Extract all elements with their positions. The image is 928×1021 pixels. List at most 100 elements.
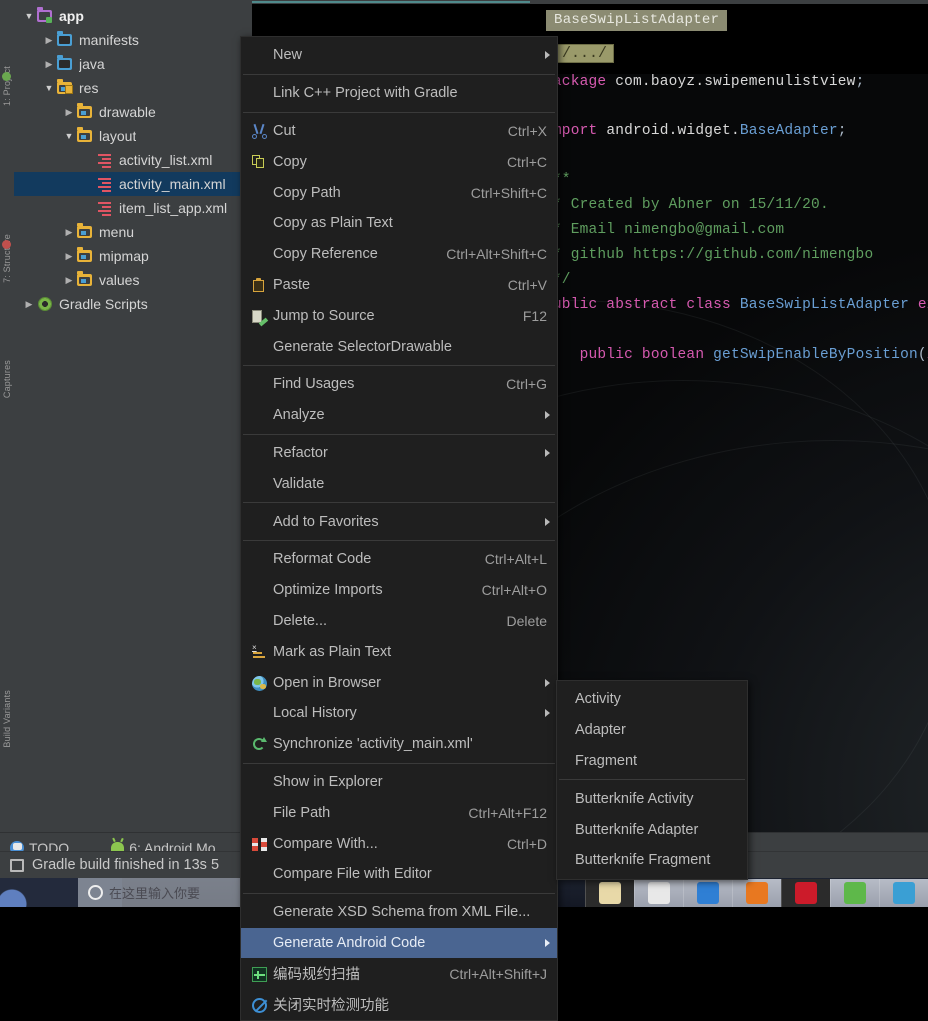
- menu-item-reformat-code[interactable]: Reformat Code Ctrl+Alt+L: [241, 544, 557, 575]
- menu-item-icon-slot: [249, 805, 271, 821]
- submenu-item-label: Adapter: [575, 722, 626, 739]
- chevron-right-icon[interactable]: ▶: [42, 59, 56, 70]
- menu-item-copy-path[interactable]: Copy Path Ctrl+Shift+C: [241, 177, 557, 208]
- menu-item-delete[interactable]: Delete... Delete: [241, 606, 557, 637]
- menu-item-local-history[interactable]: Local History: [241, 698, 557, 729]
- menu-item-shortcut: Ctrl+Alt+Shift+J: [449, 965, 547, 982]
- code-token: * github https://github.com/nimengbo: [544, 247, 874, 263]
- chevron-right-icon[interactable]: ▶: [42, 35, 56, 46]
- taskbar-app-button[interactable]: [732, 879, 781, 907]
- menu-item-optimize-imports[interactable]: Optimize Imports Ctrl+Alt+O: [241, 575, 557, 606]
- tree-item-label: drawable: [99, 104, 156, 120]
- tree-item-manifests[interactable]: ▶ manifests: [14, 28, 252, 52]
- tool-button-build-variants[interactable]: Build Variants: [2, 690, 12, 748]
- menu-item-link-c-project-with-gradle[interactable]: Link C++ Project with Gradle: [241, 78, 557, 109]
- chevron-right-icon[interactable]: ▶: [22, 299, 36, 310]
- submenu-arrow-icon: [545, 938, 550, 947]
- menu-item-validate[interactable]: Validate: [241, 468, 557, 499]
- tree-item-values[interactable]: ▶ values: [14, 268, 252, 292]
- menu-item-icon-slot: [249, 582, 271, 598]
- menu-separator: [243, 73, 555, 75]
- tool-strip-red-dot: [2, 240, 11, 249]
- menu-item-paste[interactable]: Paste Ctrl+V: [241, 270, 557, 301]
- taskbar-app-button[interactable]: [781, 879, 830, 907]
- tree-item-res[interactable]: ▼ res: [14, 76, 252, 100]
- menu-item-label: Optimize Imports: [273, 582, 383, 599]
- menu-item-copy[interactable]: Copy Ctrl+C: [241, 146, 557, 177]
- menu-item-find-usages[interactable]: Find Usages Ctrl+G: [241, 369, 557, 400]
- taskbar-app-button[interactable]: [634, 879, 683, 907]
- menu-item-icon-slot: [249, 774, 271, 790]
- menu-item-refactor[interactable]: Refactor: [241, 438, 557, 469]
- tree-item-mipmap[interactable]: ▶ mipmap: [14, 244, 252, 268]
- menu-item-generate-xsd-schema-from-xml-file[interactable]: Generate XSD Schema from XML File...: [241, 897, 557, 928]
- editor-tab-baseswiplistadapter[interactable]: BaseSwipListAdapter: [546, 10, 728, 31]
- taskbar-app-button[interactable]: [683, 879, 732, 907]
- menu-item-shortcut: Ctrl+C: [506, 153, 547, 170]
- menu-item-generate-android-code[interactable]: Generate Android Code: [241, 927, 557, 959]
- submenu-item-fragment[interactable]: Fragment: [557, 746, 747, 777]
- menu-item-编码规约扫描[interactable]: 编码规约扫描 Ctrl+Alt+Shift+J: [241, 958, 557, 989]
- taskbar-app-button[interactable]: [879, 879, 928, 907]
- menu-item-copy-reference[interactable]: Copy Reference Ctrl+Alt+Shift+C: [241, 239, 557, 270]
- menu-item-open-in-browser[interactable]: Open in Browser: [241, 667, 557, 698]
- tree-item-label: menu: [99, 224, 135, 240]
- menu-item-new[interactable]: New: [241, 40, 557, 71]
- menu-item-icon-slot: [249, 407, 271, 423]
- submenu-separator: [559, 779, 745, 781]
- chevron-down-icon[interactable]: ▼: [62, 131, 76, 141]
- menu-item-label: Show in Explorer: [273, 773, 383, 790]
- tree-item-activity-list-xml[interactable]: activity_list.xml: [14, 148, 252, 172]
- tree-item-drawable[interactable]: ▶ drawable: [14, 100, 252, 124]
- taskbar-app-button[interactable]: [830, 879, 879, 907]
- taskbar-app-button[interactable]: [585, 879, 634, 907]
- chevron-right-icon[interactable]: ▶: [62, 107, 76, 118]
- file-context-menu[interactable]: New Link C++ Project with Gradle Cut Ctrl+X…: [240, 36, 558, 1021]
- menu-item-label: Compare With...: [273, 835, 378, 852]
- submenu-item-activity[interactable]: Activity: [557, 684, 747, 715]
- project-tree[interactable]: ▼ app ▶ manifests ▶ java ▼ res ▶ drawable ▼ layout a…: [14, 4, 252, 316]
- menu-item-show-in-explorer[interactable]: Show in Explorer: [241, 767, 557, 798]
- submenu-item-butterknife-activity[interactable]: Butterknife Activity: [557, 783, 747, 814]
- jump-icon: [249, 308, 271, 327]
- tree-item-java[interactable]: ▶ java: [14, 52, 252, 76]
- collapsed-comment-badge[interactable]: /.../: [555, 44, 615, 63]
- menu-item-compare-file-with-editor[interactable]: Compare File with Editor: [241, 859, 557, 890]
- chevron-right-icon[interactable]: ▶: [62, 251, 76, 262]
- project-tool-window: ▼ app ▶ manifests ▶ java ▼ res ▶ drawable ▼ layout a…: [14, 0, 252, 833]
- tree-item-item-list-app-xml[interactable]: item_list_app.xml: [14, 196, 252, 220]
- taskbar-search-box[interactable]: 在这里输入你要: [78, 878, 258, 907]
- submenu-item-butterknife-fragment[interactable]: Butterknife Fragment: [557, 845, 747, 876]
- menu-item-jump-to-source[interactable]: Jump to Source F12: [241, 300, 557, 331]
- code-token: * Email nimengbo@gmail.com: [544, 222, 785, 238]
- submenu-item-adapter[interactable]: Adapter: [557, 715, 747, 746]
- chevron-down-icon[interactable]: ▼: [22, 11, 36, 21]
- chevron-down-icon[interactable]: ▼: [42, 83, 56, 93]
- menu-item-analyze[interactable]: Analyze: [241, 400, 557, 431]
- submenu-item-butterknife-adapter[interactable]: Butterknife Adapter: [557, 814, 747, 845]
- menu-item-add-to-favorites[interactable]: Add to Favorites: [241, 506, 557, 537]
- menu-item-synchronize-activity-main-xml[interactable]: Synchronize 'activity_main.xml': [241, 729, 557, 760]
- tree-item-app[interactable]: ▼ app: [14, 4, 252, 28]
- menu-item-compare-with[interactable]: Compare With... Ctrl+D: [241, 828, 557, 859]
- menu-item-mark-as-plain-text[interactable]: × Mark as Plain Text: [241, 636, 557, 667]
- menu-item-关闭实时检测功能[interactable]: 关闭实时检测功能: [241, 989, 557, 1020]
- menu-item-file-path[interactable]: File Path Ctrl+Alt+F12: [241, 797, 557, 828]
- tree-item-activity-main-xml[interactable]: activity_main.xml: [14, 172, 252, 196]
- generate-android-code-submenu[interactable]: Activity Adapter Fragment Butterknife Activ…: [556, 680, 748, 880]
- tree-item-menu[interactable]: ▶ menu: [14, 220, 252, 244]
- tree-item-gradle-scripts[interactable]: ▶ Gradle Scripts: [14, 292, 252, 316]
- code-line: * Email nimengbo@gmail.com: [544, 222, 784, 238]
- tree-item-layout[interactable]: ▼ layout: [14, 124, 252, 148]
- tool-button-captures[interactable]: Captures: [2, 360, 12, 398]
- menu-item-shortcut: Ctrl+V: [507, 276, 547, 293]
- menu-item-label: Paste: [273, 276, 311, 293]
- editor-tab-strip[interactable]: [252, 0, 928, 4]
- code-token: * Created by Abner on 15/11/20.: [544, 197, 829, 213]
- chevron-right-icon[interactable]: ▶: [62, 275, 76, 286]
- menu-item-shortcut: Ctrl+D: [506, 835, 547, 852]
- chevron-right-icon[interactable]: ▶: [62, 227, 76, 238]
- menu-item-cut[interactable]: Cut Ctrl+X: [241, 116, 557, 147]
- menu-item-generate-selectordrawable[interactable]: Generate SelectorDrawable: [241, 331, 557, 362]
- menu-item-copy-as-plain-text[interactable]: Copy as Plain Text: [241, 208, 557, 239]
